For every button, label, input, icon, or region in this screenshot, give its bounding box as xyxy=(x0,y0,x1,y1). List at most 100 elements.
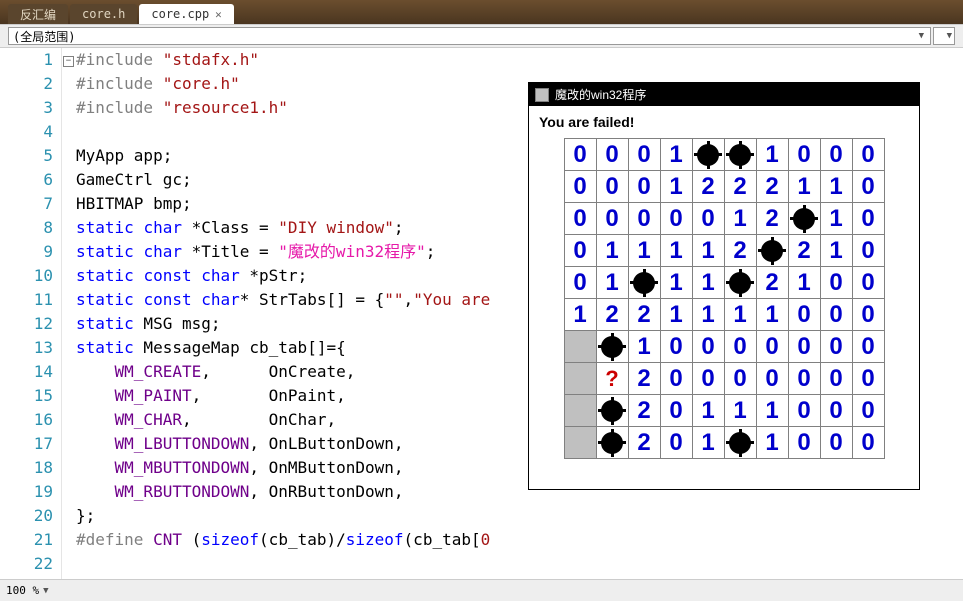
close-icon[interactable]: ✕ xyxy=(215,8,222,21)
mine-cell[interactable] xyxy=(628,267,660,299)
mine-cell[interactable]: 0 xyxy=(852,331,884,363)
mine-cell[interactable]: 1 xyxy=(820,171,852,203)
mine-cell[interactable]: 1 xyxy=(596,235,628,267)
mine-cell[interactable] xyxy=(564,363,596,395)
mine-cell[interactable]: 0 xyxy=(852,427,884,459)
mine-cell[interactable]: 0 xyxy=(564,203,596,235)
scope-dropdown[interactable]: (全局范围) ▼ xyxy=(8,27,931,45)
mine-cell[interactable]: 0 xyxy=(788,331,820,363)
mine-cell[interactable]: 2 xyxy=(724,235,756,267)
mine-cell[interactable]: 1 xyxy=(692,235,724,267)
mine-cell[interactable]: 0 xyxy=(724,363,756,395)
mine-cell[interactable]: 1 xyxy=(628,235,660,267)
mine-cell[interactable]: 0 xyxy=(788,427,820,459)
mine-cell[interactable]: 1 xyxy=(788,267,820,299)
mine-cell[interactable]: 0 xyxy=(820,363,852,395)
mine-cell[interactable]: 0 xyxy=(820,427,852,459)
mine-cell[interactable]: 0 xyxy=(564,139,596,171)
mine-cell[interactable]: 1 xyxy=(820,235,852,267)
mine-cell[interactable] xyxy=(756,235,788,267)
mine-cell[interactable]: 0 xyxy=(820,331,852,363)
titlebar[interactable]: 魔改的win32程序 xyxy=(529,83,919,106)
mine-cell[interactable]: 1 xyxy=(692,395,724,427)
mine-cell[interactable] xyxy=(724,267,756,299)
mine-cell[interactable]: 1 xyxy=(788,171,820,203)
mine-cell[interactable]: 2 xyxy=(756,203,788,235)
mine-cell[interactable]: 0 xyxy=(852,235,884,267)
mine-cell[interactable]: 0 xyxy=(756,331,788,363)
mine-cell[interactable] xyxy=(596,427,628,459)
code-line[interactable]: #define CNT (sizeof(cb_tab)/sizeof(cb_ta… xyxy=(76,528,963,552)
mine-cell[interactable]: 1 xyxy=(692,267,724,299)
mine-cell[interactable]: 2 xyxy=(724,171,756,203)
mine-cell[interactable]: 0 xyxy=(724,331,756,363)
tab-disassembly[interactable]: 反汇编 xyxy=(8,4,68,24)
mine-cell[interactable]: 0 xyxy=(820,139,852,171)
mine-cell[interactable]: 0 xyxy=(596,171,628,203)
mine-cell[interactable]: 0 xyxy=(820,267,852,299)
mine-cell[interactable] xyxy=(724,139,756,171)
mine-cell[interactable]: 1 xyxy=(660,139,692,171)
mine-cell[interactable] xyxy=(724,427,756,459)
mine-cell[interactable]: 1 xyxy=(660,171,692,203)
mine-cell[interactable]: 2 xyxy=(628,427,660,459)
mine-cell[interactable]: 0 xyxy=(852,267,884,299)
mine-cell[interactable]: 0 xyxy=(660,203,692,235)
mine-cell[interactable]: 0 xyxy=(852,139,884,171)
mine-cell[interactable]: 0 xyxy=(564,235,596,267)
mine-cell[interactable]: 0 xyxy=(660,395,692,427)
mine-cell[interactable]: 0 xyxy=(788,139,820,171)
mine-cell[interactable] xyxy=(564,427,596,459)
mine-cell[interactable]: 1 xyxy=(660,267,692,299)
chevron-down-icon[interactable]: ▼ xyxy=(43,586,48,596)
mine-cell[interactable]: 1 xyxy=(724,395,756,427)
mine-cell[interactable] xyxy=(692,139,724,171)
mine-cell[interactable]: 0 xyxy=(852,395,884,427)
mine-cell[interactable]: 0 xyxy=(660,331,692,363)
mine-cell[interactable]: 0 xyxy=(788,299,820,331)
mine-cell[interactable]: 0 xyxy=(692,331,724,363)
mine-cell[interactable]: 0 xyxy=(628,139,660,171)
mine-cell[interactable]: 0 xyxy=(596,139,628,171)
mine-cell[interactable]: 0 xyxy=(788,363,820,395)
member-dropdown[interactable]: ▼ xyxy=(933,27,955,45)
mine-cell[interactable]: 0 xyxy=(692,363,724,395)
mine-cell[interactable]: 2 xyxy=(596,299,628,331)
mine-cell[interactable]: 1 xyxy=(756,427,788,459)
mine-cell[interactable]: 1 xyxy=(756,139,788,171)
mine-cell[interactable]: 1 xyxy=(820,203,852,235)
code-line[interactable]: }; xyxy=(76,504,963,528)
mine-cell[interactable]: 0 xyxy=(788,395,820,427)
mine-cell[interactable] xyxy=(596,395,628,427)
mine-cell[interactable]: 2 xyxy=(628,363,660,395)
mine-cell[interactable]: 1 xyxy=(692,427,724,459)
mine-cell[interactable]: 1 xyxy=(756,395,788,427)
mine-cell[interactable]: 0 xyxy=(628,203,660,235)
mine-cell[interactable]: 1 xyxy=(724,299,756,331)
fold-toggle-icon[interactable]: − xyxy=(63,56,74,67)
mine-cell[interactable]: 2 xyxy=(692,171,724,203)
mine-cell[interactable]: 0 xyxy=(660,363,692,395)
mine-cell[interactable]: 0 xyxy=(756,363,788,395)
mine-cell[interactable]: 1 xyxy=(628,331,660,363)
mine-cell[interactable]: 0 xyxy=(852,171,884,203)
mine-cell[interactable]: 0 xyxy=(660,427,692,459)
mine-cell[interactable]: 0 xyxy=(564,267,596,299)
code-line[interactable]: #include "stdafx.h" xyxy=(76,48,963,72)
mine-cell[interactable] xyxy=(788,203,820,235)
mine-cell[interactable]: 1 xyxy=(724,203,756,235)
mine-cell[interactable]: 0 xyxy=(596,203,628,235)
mine-cell[interactable]: 0 xyxy=(852,363,884,395)
mine-cell[interactable]: 0 xyxy=(692,203,724,235)
mine-cell[interactable]: 2 xyxy=(628,395,660,427)
minesweeper-grid[interactable]: 0001100000012221100000012100111122100111… xyxy=(564,138,885,459)
mine-cell[interactable]: 0 xyxy=(852,299,884,331)
mine-cell[interactable] xyxy=(564,331,596,363)
mine-cell[interactable]: 2 xyxy=(788,235,820,267)
mine-cell[interactable]: 1 xyxy=(660,299,692,331)
mine-cell[interactable]: 1 xyxy=(596,267,628,299)
mine-cell[interactable] xyxy=(564,395,596,427)
mine-cell[interactable]: 2 xyxy=(756,171,788,203)
mine-cell[interactable]: 1 xyxy=(756,299,788,331)
mine-cell[interactable]: 0 xyxy=(820,299,852,331)
